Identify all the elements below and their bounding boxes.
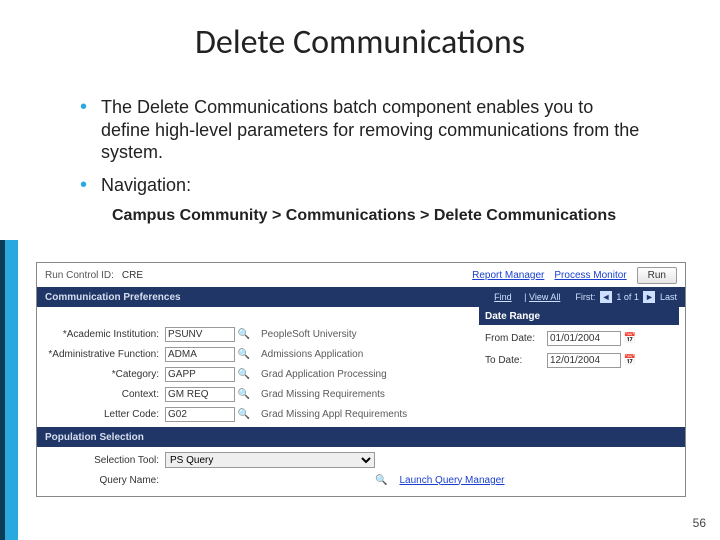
from-date-row: From Date: 01/01/2004 📅 — [485, 329, 673, 347]
bullet-text: The Delete Communications batch componen… — [101, 96, 640, 164]
bullet-item: • Navigation: — [80, 174, 640, 197]
navigation-path: Campus Community > Communications > Dele… — [112, 206, 640, 226]
field-label: *Category: — [45, 369, 165, 380]
embedded-screenshot: Run Control ID: CRE Report Manager Proce… — [36, 262, 686, 497]
lookup-icon[interactable]: 🔍 — [237, 387, 251, 401]
to-date-label: To Date: — [485, 355, 547, 366]
population-selection-body: Selection Tool: PS Query Query Name: 🔍 L… — [37, 447, 685, 495]
page-number: 56 — [693, 516, 706, 530]
communication-preferences-bar: Communication Preferences Find | View Al… — [37, 287, 685, 307]
next-icon[interactable]: ► — [643, 291, 655, 303]
query-name-label: Query Name: — [45, 475, 165, 486]
bar-title: Communication Preferences — [45, 292, 181, 303]
bullet-item: • The Delete Communications batch compon… — [80, 96, 640, 164]
from-date-input[interactable]: 01/01/2004 — [547, 331, 621, 346]
field-letter-code: Letter Code: G02 🔍 Grad Missing Appl Req… — [45, 405, 677, 423]
lookup-icon[interactable]: 🔍 — [237, 347, 251, 361]
population-selection-bar: Population Selection — [37, 427, 685, 447]
bullet-dot: • — [80, 96, 87, 164]
viewall-link[interactable]: View All — [529, 292, 560, 302]
selection-tool-select[interactable]: PS Query — [165, 452, 375, 468]
run-control-label: Run Control ID: — [45, 270, 114, 281]
date-range-panel: Date Range From Date: 01/01/2004 📅 To Da… — [479, 307, 679, 377]
find-link[interactable]: Find — [494, 292, 512, 302]
pager-text: 1 of 1 — [616, 292, 639, 302]
run-control-row: Run Control ID: CRE Report Manager Proce… — [37, 263, 685, 287]
selection-tool-row: Selection Tool: PS Query — [45, 451, 677, 469]
process-monitor-link[interactable]: Process Monitor — [554, 270, 626, 281]
launch-query-manager-link[interactable]: Launch Query Manager — [399, 475, 504, 486]
run-button[interactable]: Run — [637, 267, 677, 284]
selection-tool-label: Selection Tool: — [45, 455, 165, 466]
calendar-icon[interactable]: 📅 — [623, 331, 637, 345]
run-control-value: CRE — [122, 270, 143, 281]
lookup-icon[interactable]: 🔍 — [237, 327, 251, 341]
pager-first-label: First: — [575, 292, 595, 302]
admin-func-input[interactable]: ADMA — [165, 347, 235, 362]
letter-code-input[interactable]: G02 — [165, 407, 235, 422]
category-input[interactable]: GAPP — [165, 367, 235, 382]
field-context: Context: GM REQ 🔍 Grad Missing Requireme… — [45, 385, 677, 403]
lookup-icon[interactable]: 🔍 — [237, 367, 251, 381]
slide-title: Delete Communications — [0, 22, 720, 63]
from-date-label: From Date: — [485, 333, 547, 344]
date-range-header: Date Range — [479, 307, 679, 325]
slide: Delete Communications • The Delete Commu… — [0, 0, 720, 540]
to-date-input[interactable]: 12/01/2004 — [547, 353, 621, 368]
lookup-icon[interactable]: 🔍 — [375, 475, 387, 486]
field-description: Admissions Application — [261, 349, 363, 360]
calendar-icon[interactable]: 📅 — [623, 353, 637, 367]
query-name-row: Query Name: 🔍 Launch Query Manager — [45, 471, 677, 489]
report-manager-link[interactable]: Report Manager — [472, 270, 544, 281]
field-description: PeopleSoft University — [261, 329, 357, 340]
bullet-dot: • — [80, 174, 87, 197]
context-input[interactable]: GM REQ — [165, 387, 235, 402]
field-label: Context: — [45, 389, 165, 400]
field-description: Grad Missing Appl Requirements — [261, 409, 407, 420]
accent-bar — [0, 240, 18, 540]
pager-last-label: Last — [660, 292, 677, 302]
field-description: Grad Application Processing — [261, 369, 387, 380]
to-date-row: To Date: 12/01/2004 📅 — [485, 351, 673, 369]
prev-icon[interactable]: ◄ — [600, 291, 612, 303]
field-description: Grad Missing Requirements — [261, 389, 385, 400]
field-label: Letter Code: — [45, 409, 165, 420]
grid-utilities: Find | View All First: ◄ 1 of 1 ► Last — [494, 291, 677, 303]
field-label: *Academic Institution: — [45, 329, 165, 340]
lookup-icon[interactable]: 🔍 — [237, 407, 251, 421]
bullet-list: • The Delete Communications batch compon… — [80, 96, 640, 226]
field-label: *Administrative Function: — [45, 349, 165, 360]
bar-title: Population Selection — [45, 432, 144, 443]
institution-input[interactable]: PSUNV — [165, 327, 235, 342]
bullet-text: Navigation: — [101, 174, 191, 197]
